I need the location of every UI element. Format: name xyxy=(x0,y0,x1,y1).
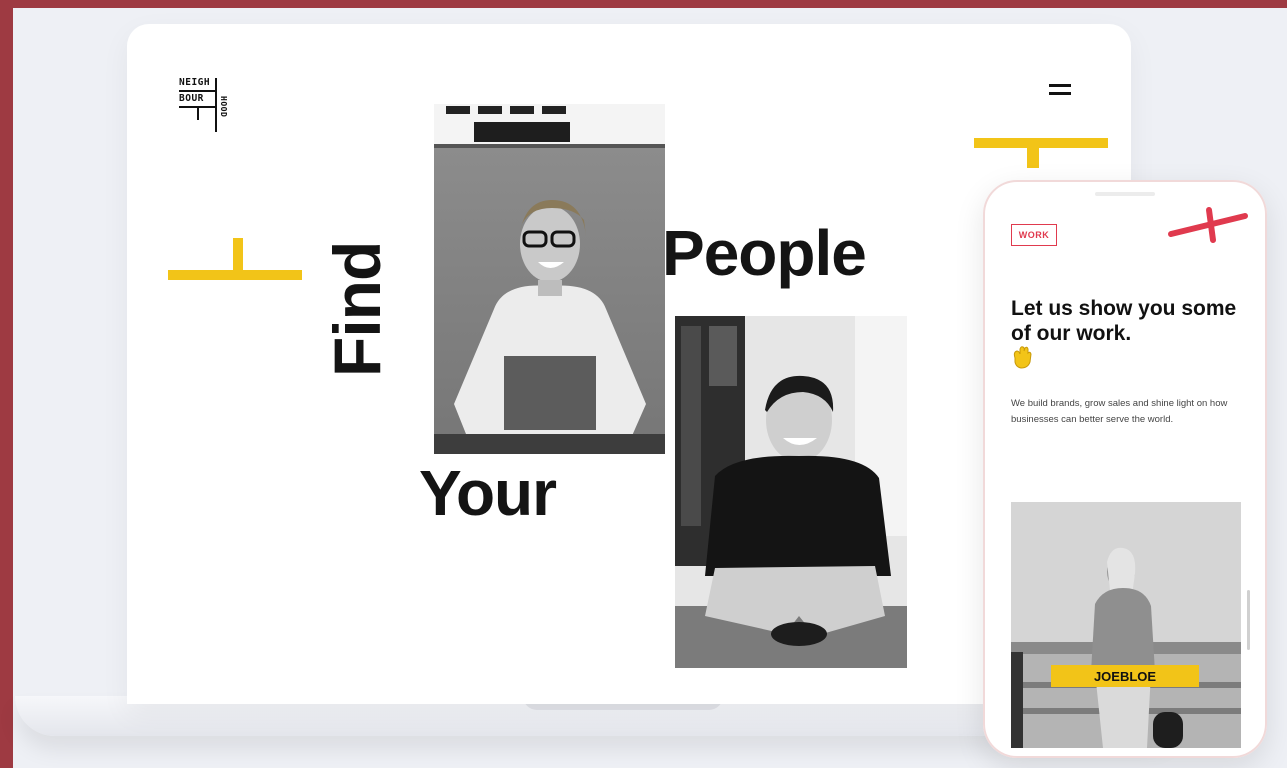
photo-woman-illustration xyxy=(434,104,665,454)
project-label[interactable]: JOEBLOE xyxy=(1051,665,1199,687)
photo-smiling-woman xyxy=(434,104,665,454)
project-photo[interactable]: JOEBLOE xyxy=(1011,502,1241,748)
photo-man-illustration xyxy=(675,316,907,668)
yellow-deco-left-stem xyxy=(233,238,243,272)
logo-line-3: HOOD xyxy=(219,96,228,118)
logo-line-2: BOUR xyxy=(179,93,204,104)
logo-rule xyxy=(179,90,215,92)
project-photo-illustration xyxy=(1011,502,1241,748)
red-cross-icon xyxy=(1168,207,1248,243)
phone-body-text: We build brands, grow sales and shine li… xyxy=(1011,398,1228,425)
neighbourhood-logo[interactable]: NEIGH BOUR HOOD xyxy=(179,78,235,136)
mockup-stage: NEIGH BOUR HOOD People Find Your WORK Le… xyxy=(13,8,1287,768)
logo-rule xyxy=(197,108,199,120)
work-badge[interactable]: WORK xyxy=(1011,224,1057,246)
logo-rule xyxy=(215,78,217,132)
hero-word-your: Your xyxy=(419,457,557,529)
waving-hand-icon xyxy=(1013,346,1032,369)
yellow-deco-right-bar xyxy=(974,138,1108,148)
phone-mockup: WORK Let us show you some of our work. W… xyxy=(983,180,1267,758)
yellow-deco-right-stem xyxy=(1027,146,1039,168)
phone-headline: Let us show you some of our work. xyxy=(1011,297,1237,345)
photo-smiling-man xyxy=(675,316,907,668)
hero-word-people: People xyxy=(662,217,867,289)
phone-scrollbar[interactable] xyxy=(1247,590,1250,650)
hero-word-find: Find xyxy=(320,241,394,377)
logo-line-1: NEIGH xyxy=(179,77,211,88)
hamburger-icon[interactable] xyxy=(1049,84,1071,98)
phone-speaker xyxy=(1095,192,1155,196)
laptop-screen: NEIGH BOUR HOOD People Find Your xyxy=(127,24,1131,704)
